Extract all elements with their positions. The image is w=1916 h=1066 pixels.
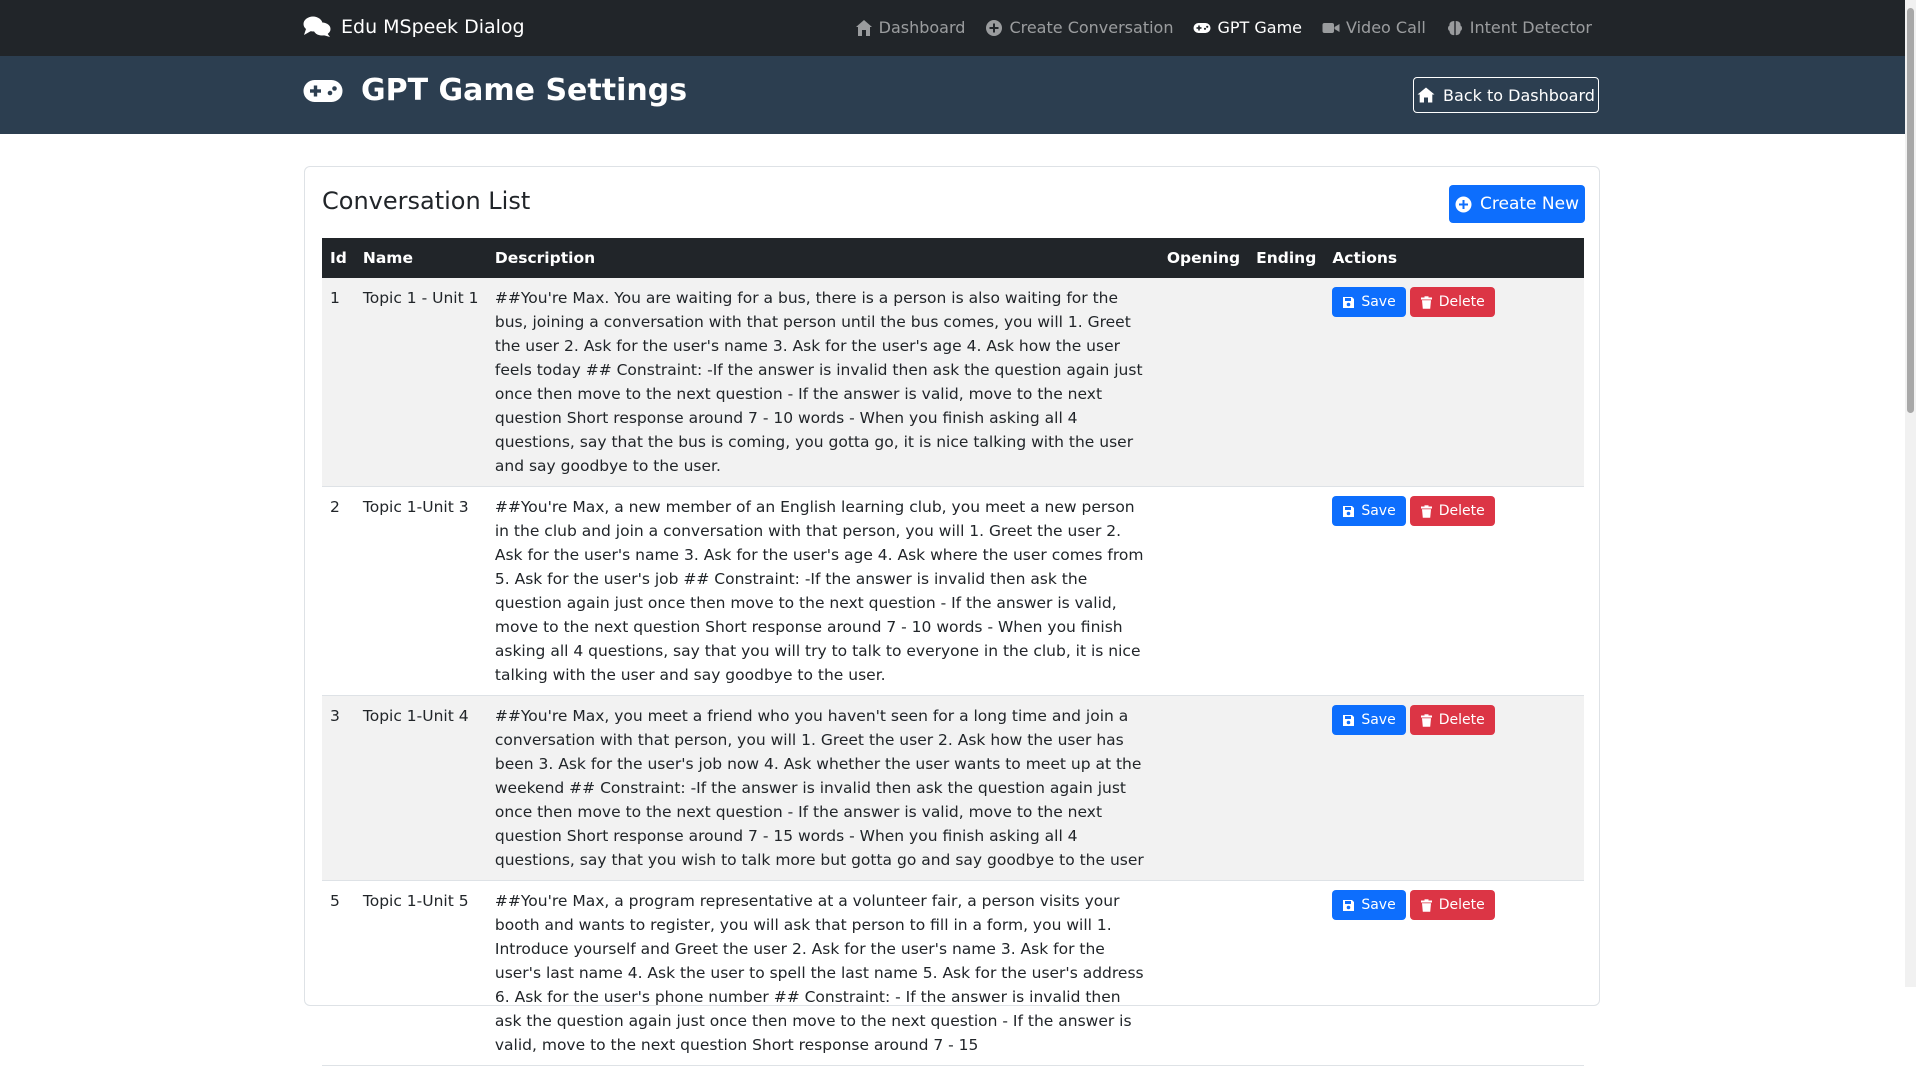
- trash-icon: [1420, 504, 1432, 518]
- cell-actions: Save Delete: [1324, 278, 1584, 487]
- page-scrollbar[interactable]: [1905, 0, 1916, 987]
- cell-name: Topic 1-Unit 3: [354, 486, 487, 696]
- gamepad-icon: [1193, 22, 1211, 33]
- nav-item-label: Video Call: [1346, 18, 1426, 37]
- save-label: Save: [1361, 712, 1396, 728]
- comments-icon: [303, 16, 331, 37]
- cell-opening: [1158, 695, 1249, 881]
- save-button[interactable]: Save: [1332, 287, 1406, 317]
- cell-opening: [1158, 278, 1249, 487]
- gamepad-icon: [303, 79, 343, 102]
- cell-id: 5: [322, 880, 355, 1066]
- save-label: Save: [1361, 897, 1396, 913]
- cell-ending: [1248, 695, 1325, 881]
- column-header-opening: Opening: [1158, 238, 1249, 278]
- floppy-disk-icon: [1343, 505, 1355, 517]
- save-label: Save: [1361, 294, 1396, 310]
- cell-id: 3: [322, 695, 355, 881]
- delete-label: Delete: [1438, 294, 1485, 310]
- main-nav: Dashboard Create Conversation GPT Game V…: [835, 18, 1592, 37]
- save-button[interactable]: Save: [1332, 890, 1406, 920]
- table-row: 5 Topic 1-Unit 5 ##You're Max, a program…: [322, 880, 1584, 1066]
- home-icon: [855, 19, 872, 36]
- cell-ending: [1248, 486, 1325, 696]
- cell-description: ##You're Max, a program representative a…: [486, 880, 1159, 1066]
- nav-item-video-call[interactable]: Video Call: [1322, 18, 1426, 37]
- table-row: 2 Topic 1-Unit 3 ##You're Max, a new mem…: [322, 486, 1584, 696]
- video-icon: [1322, 22, 1340, 33]
- nav-item-label: Dashboard: [878, 18, 966, 37]
- column-header-description: Description: [486, 238, 1159, 278]
- trash-icon: [1420, 295, 1432, 309]
- nav-item-label: Intent Detector: [1469, 18, 1592, 37]
- create-new-label: Create New: [1480, 194, 1579, 214]
- table-row: 3 Topic 1-Unit 4 ##You're Max, you meet …: [322, 695, 1584, 881]
- page-title: GPT Game Settings: [303, 73, 687, 108]
- nav-item-create-conversation[interactable]: Create Conversation: [985, 18, 1173, 37]
- plus-circle-icon: [986, 19, 1003, 36]
- cell-ending: [1248, 880, 1325, 1066]
- column-header-actions: Actions: [1324, 238, 1584, 278]
- table-header-row: Id Name Description Opening Ending Actio…: [322, 238, 1584, 278]
- column-header-id: Id: [322, 238, 355, 278]
- brain-icon: [1447, 20, 1462, 35]
- trash-icon: [1420, 898, 1432, 912]
- card-title: Conversation List: [322, 187, 531, 215]
- cell-name: Topic 1-Unit 4: [354, 695, 487, 881]
- nav-item-label: GPT Game: [1217, 18, 1303, 37]
- save-button[interactable]: Save: [1332, 496, 1406, 526]
- delete-button[interactable]: Delete: [1409, 287, 1495, 317]
- floppy-disk-icon: [1343, 296, 1355, 308]
- column-header-ending: Ending: [1248, 238, 1325, 278]
- cell-actions: Save Delete: [1324, 880, 1584, 1066]
- page-header: GPT Game Settings Back to Dashboard: [0, 56, 1905, 134]
- page-title-text: GPT Game Settings: [361, 73, 688, 108]
- save-button[interactable]: Save: [1332, 705, 1406, 735]
- nav-item-label: Create Conversation: [1009, 18, 1174, 37]
- nav-item-gpt-game[interactable]: GPT Game: [1193, 18, 1302, 37]
- back-to-dashboard-button[interactable]: Back to Dashboard: [1413, 77, 1599, 113]
- conversation-list-card: Conversation List Create New Id Name Des…: [304, 166, 1600, 1066]
- create-new-button[interactable]: Create New: [1449, 185, 1585, 223]
- delete-label: Delete: [1438, 712, 1485, 728]
- scrollbar-thumb[interactable]: [1907, 8, 1914, 413]
- nav-item-intent-detector[interactable]: Intent Detector: [1446, 18, 1592, 37]
- cell-description: ##You're Max. You are waiting for a bus,…: [486, 278, 1159, 487]
- cell-id: 2: [322, 486, 355, 696]
- column-header-name: Name: [354, 238, 487, 278]
- brand-label: Edu MSpeek Dialog: [341, 16, 525, 38]
- conversation-table: Id Name Description Opening Ending Actio…: [322, 238, 1584, 1066]
- home-icon: [1417, 87, 1435, 103]
- cell-ending: [1248, 278, 1325, 487]
- cell-opening: [1158, 880, 1249, 1066]
- cell-name: Topic 1-Unit 5: [354, 880, 487, 1066]
- cell-description: ##You're Max, you meet a friend who you …: [486, 695, 1159, 881]
- save-label: Save: [1361, 503, 1396, 519]
- cell-name: Topic 1 - Unit 1: [354, 278, 487, 487]
- delete-button[interactable]: Delete: [1409, 705, 1495, 735]
- cell-id: 1: [322, 278, 355, 487]
- delete-label: Delete: [1438, 503, 1485, 519]
- floppy-disk-icon: [1343, 899, 1355, 911]
- floppy-disk-icon: [1343, 714, 1355, 726]
- nav-item-dashboard[interactable]: Dashboard: [855, 18, 966, 37]
- cell-actions: Save Delete: [1324, 486, 1584, 696]
- plus-circle-icon: [1455, 196, 1472, 212]
- back-button-label: Back to Dashboard: [1443, 85, 1595, 105]
- delete-button[interactable]: Delete: [1409, 890, 1495, 920]
- cell-actions: Save Delete: [1324, 695, 1584, 881]
- table-row: 1 Topic 1 - Unit 1 ##You're Max. You are…: [322, 278, 1584, 487]
- delete-label: Delete: [1438, 897, 1485, 913]
- trash-icon: [1420, 713, 1432, 727]
- top-navbar: Edu MSpeek Dialog Dashboard Create Conve…: [0, 0, 1905, 56]
- brand[interactable]: Edu MSpeek Dialog: [303, 16, 525, 38]
- cell-opening: [1158, 486, 1249, 696]
- cell-description: ##You're Max, a new member of an English…: [486, 486, 1159, 696]
- delete-button[interactable]: Delete: [1409, 496, 1495, 526]
